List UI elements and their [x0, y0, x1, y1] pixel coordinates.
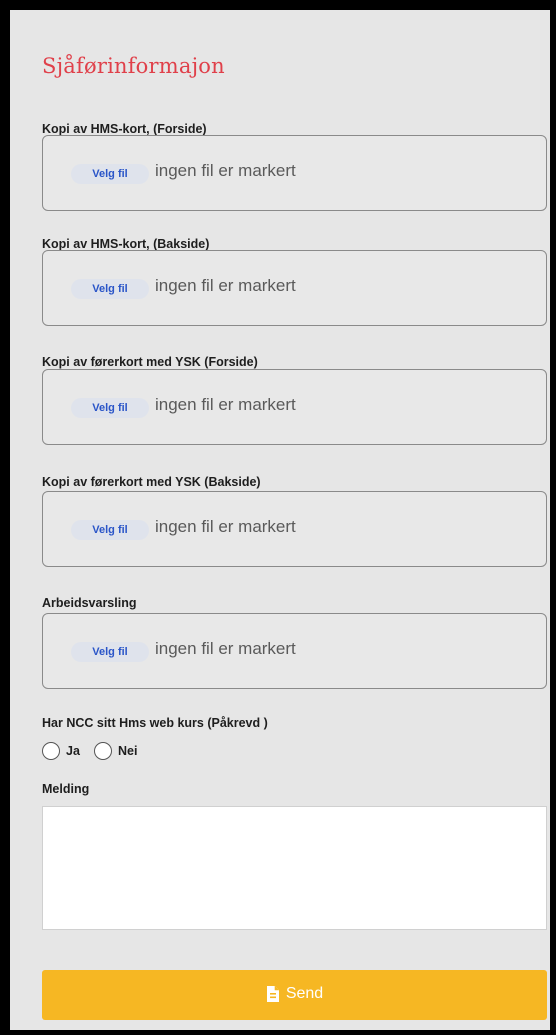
choose-file-button[interactable]: Velg fil: [71, 520, 149, 540]
file-status-text: ingen fil er markert: [155, 276, 296, 295]
license-front-file-input[interactable]: Velg fil ingen fil er markert: [42, 369, 547, 445]
work-notice-file-input[interactable]: Velg fil ingen fil er markert: [42, 613, 547, 689]
choose-file-button[interactable]: Velg fil: [71, 642, 149, 662]
hms-front-file-input[interactable]: Velg fil ingen fil er markert: [42, 135, 547, 211]
hms-course-label: Har NCC sitt Hms web kurs (Påkrevd ): [42, 716, 268, 730]
license-front-label: Kopi av førerkort med YSK (Forside): [42, 355, 258, 369]
hms-back-file-input[interactable]: Velg fil ingen fil er markert: [42, 250, 547, 326]
file-status-text: ingen fil er markert: [155, 517, 296, 536]
form-panel: Sjåførinformajon Kopi av HMS-kort, (Fors…: [10, 10, 550, 1030]
message-label: Melding: [42, 782, 90, 796]
radio-nei[interactable]: [94, 742, 112, 760]
form-title: Sjåførinformajon: [42, 54, 225, 78]
hms-back-label: Kopi av HMS-kort, (Bakside): [42, 237, 210, 251]
choose-file-button[interactable]: Velg fil: [71, 164, 149, 184]
radio-ja[interactable]: [42, 742, 60, 760]
radio-ja-label[interactable]: Ja: [66, 744, 80, 758]
file-status-text: ingen fil er markert: [155, 639, 296, 658]
work-notice-label: Arbeidsvarsling: [42, 596, 137, 610]
choose-file-button[interactable]: Velg fil: [71, 398, 149, 418]
file-status-text: ingen fil er markert: [155, 161, 296, 180]
send-button-label: Send: [285, 985, 324, 1002]
send-button[interactable]: Send: [42, 970, 547, 1020]
license-back-file-input[interactable]: Velg fil ingen fil er markert: [42, 491, 547, 567]
message-textarea[interactable]: [42, 806, 547, 930]
radio-nei-label[interactable]: Nei: [118, 744, 137, 758]
choose-file-button[interactable]: Velg fil: [71, 279, 149, 299]
hms-front-label: Kopi av HMS-kort, (Forside): [42, 122, 207, 136]
file-icon: [266, 986, 279, 1002]
license-back-label: Kopi av førerkort med YSK (Bakside): [42, 475, 261, 489]
file-status-text: ingen fil er markert: [155, 395, 296, 414]
